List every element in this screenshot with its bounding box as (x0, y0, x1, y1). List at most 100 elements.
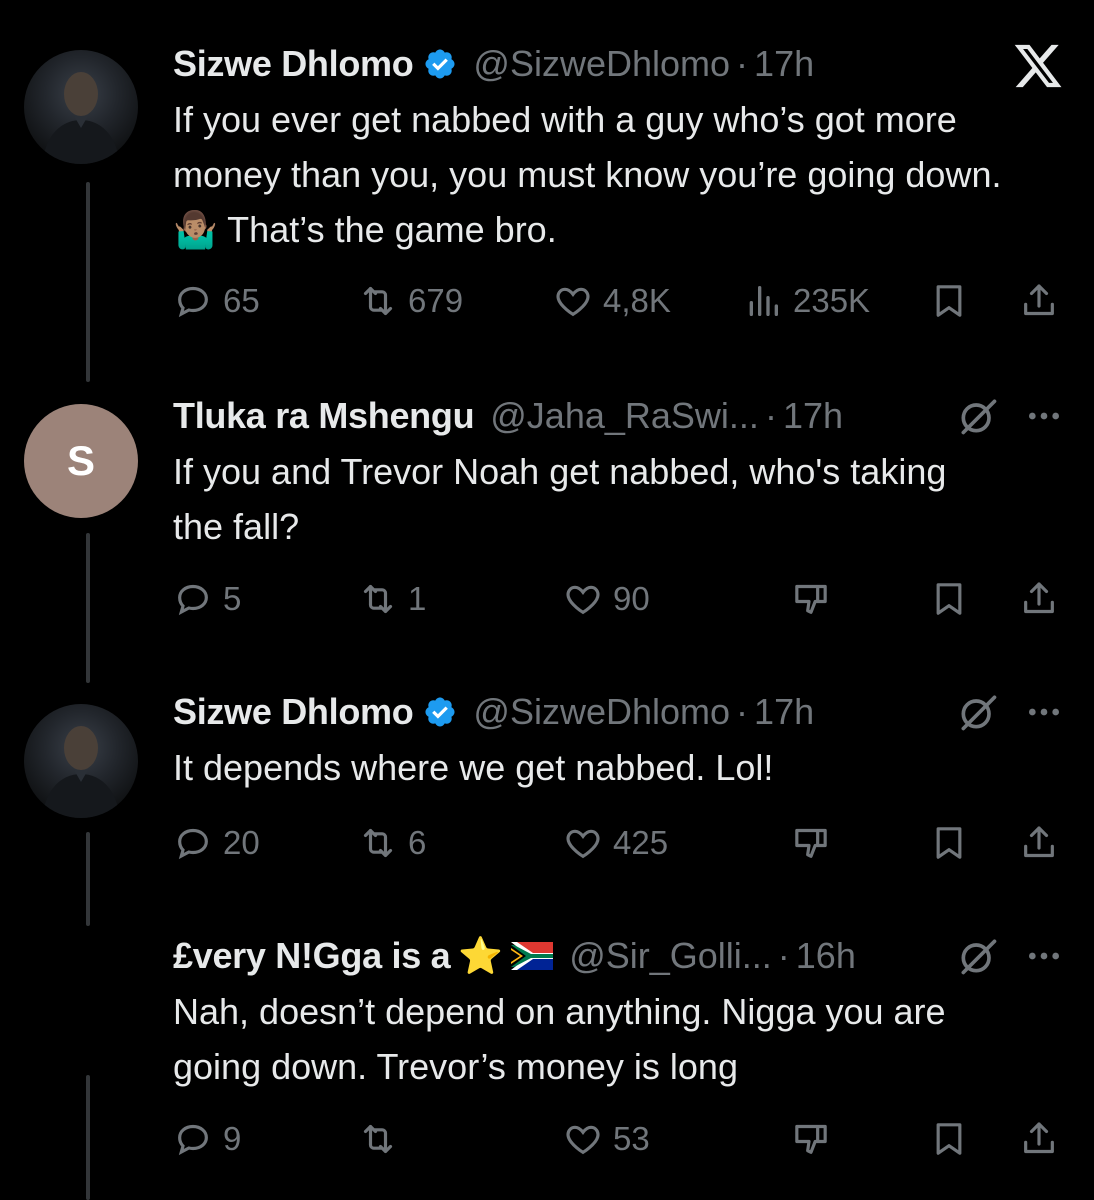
grok-icon[interactable] (956, 690, 1000, 734)
downvote-icon (795, 584, 827, 614)
repost-button[interactable]: 6 (358, 823, 426, 863)
reply-button[interactable]: 5 (173, 579, 241, 619)
avatar[interactable]: S (24, 404, 138, 518)
repost-icon (363, 828, 393, 858)
more-icon[interactable] (1024, 396, 1064, 436)
grok-icon[interactable] (956, 394, 1000, 438)
downvote-icon (795, 1124, 827, 1154)
author-name[interactable]: Tluka ra Mshengu (173, 395, 475, 437)
repost-count: 1 (408, 580, 427, 617)
tweet-text-part: If you ever get nabbed with a guy who’s … (173, 99, 1002, 195)
reply-icon (178, 584, 208, 616)
repost-icon (363, 286, 393, 316)
reply-icon (178, 1124, 208, 1156)
author-name[interactable]: £very N!Gga is a (173, 935, 451, 977)
share-button[interactable] (1019, 579, 1059, 619)
avatar-letter: S (66, 437, 95, 484)
reply-count: 5 (223, 580, 242, 617)
like-count: 425 (613, 824, 669, 861)
bookmark-button[interactable] (929, 579, 969, 619)
downvote-button[interactable] (791, 1119, 831, 1159)
reply-icon (178, 828, 208, 860)
reply-count: 65 (223, 282, 260, 319)
downvote-button[interactable] (791, 823, 831, 863)
grok-icon[interactable] (956, 934, 1000, 978)
timestamp[interactable]: 17h (754, 43, 814, 85)
bookmark-icon (936, 583, 962, 615)
author-name[interactable]: Sizwe Dhlomo (173, 691, 414, 733)
thread-line-1 (86, 182, 90, 382)
verified-badge-icon (425, 49, 455, 79)
tweet-text: Nah, doesn’t depend on anything. Nigga y… (173, 991, 946, 1087)
bookmark-button[interactable] (929, 1119, 969, 1159)
repost-icon (363, 584, 393, 614)
author-handle[interactable]: @SizweDhlomo (473, 691, 730, 733)
thread-line-4 (86, 1075, 90, 1200)
repost-button[interactable] (358, 1119, 408, 1159)
author-handle[interactable]: @SizweDhlomo (473, 43, 730, 85)
like-button[interactable]: 53 (563, 1119, 650, 1159)
tweet-text: If you ever get nabbed with a guy who’s … (173, 92, 1053, 257)
repost-icon (363, 1124, 393, 1154)
author-name[interactable]: Sizwe Dhlomo (173, 43, 414, 85)
share-button[interactable] (1019, 1119, 1059, 1159)
views-icon (749, 286, 778, 316)
like-button[interactable]: 90 (563, 579, 650, 619)
shrug-emoji: 🤷🏽‍♂️ (173, 209, 218, 250)
tweet-text: It depends where we get nabbed. Lol! (173, 747, 774, 788)
avatar[interactable] (24, 50, 138, 164)
share-icon (1024, 284, 1054, 316)
more-icon[interactable] (1024, 936, 1064, 976)
tweet-text-part: That’s the game bro. (217, 209, 557, 250)
verified-badge-icon (425, 697, 455, 727)
avatar-portrait-icon (42, 726, 120, 818)
downvote-button[interactable] (791, 579, 831, 619)
like-icon (566, 585, 600, 615)
like-count: 90 (613, 580, 650, 617)
bookmark-button[interactable] (929, 281, 969, 321)
repost-count: 679 (408, 282, 464, 319)
author-handle[interactable]: @Sir_Golli... (569, 935, 772, 977)
author-handle[interactable]: @Jaha_RaSwi... (490, 395, 759, 437)
share-button[interactable] (1019, 823, 1059, 863)
separator-dot: · (764, 395, 777, 436)
bookmark-icon (936, 285, 962, 317)
separator-dot: · (777, 935, 790, 976)
bookmark-button[interactable] (929, 823, 969, 863)
repost-button[interactable]: 679 (358, 281, 463, 321)
like-icon (566, 829, 600, 859)
timestamp[interactable]: 16h (796, 935, 856, 977)
repost-count: 6 (408, 824, 427, 861)
downvote-icon (795, 828, 827, 858)
share-icon (1024, 1122, 1054, 1154)
timestamp[interactable]: 17h (783, 395, 843, 437)
timestamp[interactable]: 17h (754, 691, 814, 733)
reply-button[interactable]: 9 (173, 1119, 241, 1159)
reply-button[interactable]: 65 (173, 281, 260, 321)
more-icon[interactable] (1024, 692, 1064, 732)
reply-icon (178, 286, 208, 318)
reply-count: 20 (223, 824, 260, 861)
reply-count: 9 (223, 1120, 242, 1157)
south-africa-flag-icon (511, 942, 554, 970)
avatar[interactable] (24, 704, 138, 818)
views-button[interactable]: 235K (743, 281, 870, 321)
like-count: 53 (613, 1120, 650, 1157)
share-button[interactable] (1019, 281, 1059, 321)
separator-dot: · (736, 43, 749, 84)
like-icon (556, 287, 590, 317)
views-count: 235K (793, 282, 871, 319)
like-button[interactable]: 4,8K (553, 281, 671, 321)
like-icon (566, 1125, 600, 1155)
like-button[interactable]: 425 (563, 823, 668, 863)
repost-button[interactable]: 1 (358, 579, 426, 619)
reply-button[interactable]: 20 (173, 823, 260, 863)
bookmark-icon (936, 1123, 962, 1155)
like-count: 4,8K (603, 282, 671, 319)
thread-line-3 (86, 832, 90, 926)
avatar-portrait-icon (42, 72, 120, 164)
tweet-text: If you and Trevor Noah get nabbed, who's… (173, 451, 947, 547)
star-emoji: ⭐ (458, 935, 504, 976)
separator-dot: · (736, 691, 749, 732)
share-icon (1024, 582, 1054, 614)
